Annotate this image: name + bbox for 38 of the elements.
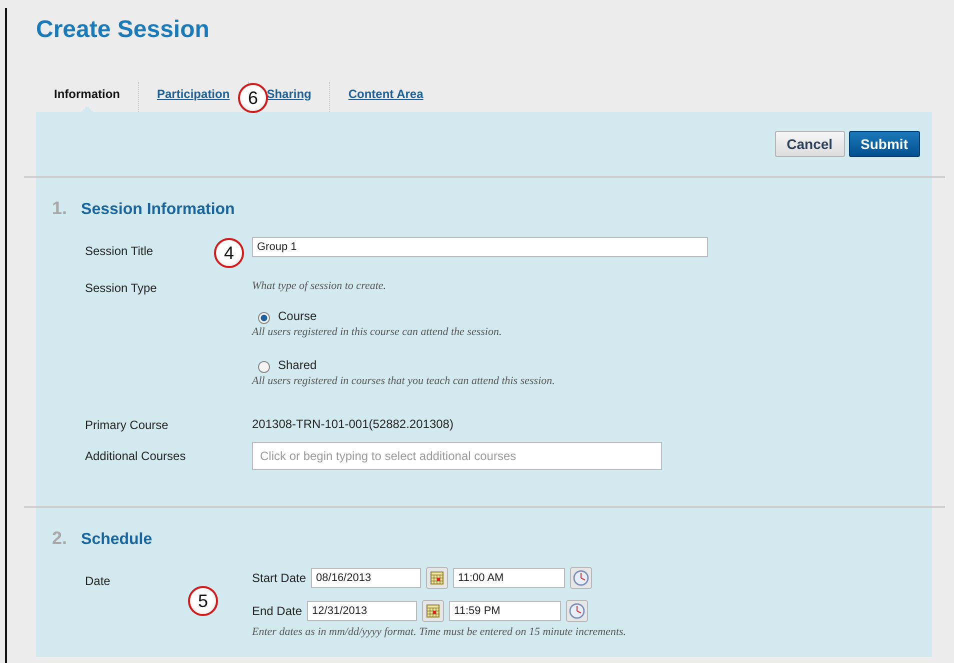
section-number: 2. (52, 528, 68, 549)
cancel-button[interactable]: Cancel (774, 131, 845, 157)
clock-icon[interactable] (570, 567, 592, 589)
field-label: Session Type (85, 280, 157, 295)
hint-text: What type of session to create. (252, 280, 388, 292)
radio-button[interactable] (258, 312, 270, 324)
date-field[interactable]: 12/31/2013 (307, 601, 418, 621)
calendar-icon[interactable] (422, 600, 444, 622)
submit-button[interactable]: Submit (848, 131, 920, 157)
field-label: Session Title (85, 243, 154, 258)
section-title: Schedule (81, 531, 152, 549)
calendar-icon[interactable] (426, 567, 448, 589)
primary-course-value: 201308-TRN-101-001(52882.201308) (252, 417, 454, 431)
session-title-field[interactable]: Group 1 (252, 237, 708, 257)
radio-label: Shared (278, 358, 317, 372)
date-field[interactable]: 08/16/2013 (311, 568, 422, 588)
clock-icon[interactable] (566, 600, 588, 622)
time-field[interactable]: 11:00 AM (453, 568, 566, 588)
tab[interactable]: Content Area (348, 82, 424, 111)
tab[interactable]: Information (54, 82, 120, 111)
time-field[interactable]: 11:59 PM (449, 601, 562, 621)
section-number: 1. (52, 198, 68, 219)
date-label: Start Date (252, 571, 306, 585)
field-label: Primary Course (85, 417, 168, 432)
tab[interactable]: Participation (157, 82, 230, 111)
tab[interactable]: Sharing (266, 82, 312, 111)
radio-button[interactable] (258, 361, 270, 373)
field-label: Date (85, 573, 110, 588)
date-label: End Date (252, 604, 302, 618)
option-description: All users registered in courses that you teach can attend this session. (252, 375, 555, 387)
option-description: All users registered in this course can attend the session. (252, 326, 502, 338)
page-title: Create Session (35, 15, 210, 44)
radio-label: Course (278, 309, 317, 323)
callout-badge: 6 (238, 83, 268, 113)
section-title: Session Information (81, 201, 235, 219)
additional-courses-field[interactable]: Click or begin typing to select additional courses (252, 442, 662, 470)
hint-text: Enter dates as in mm/dd/yyyy format. Time must be entered on 15 minute increments. (252, 626, 626, 638)
field-label: Additional Courses (85, 448, 186, 463)
